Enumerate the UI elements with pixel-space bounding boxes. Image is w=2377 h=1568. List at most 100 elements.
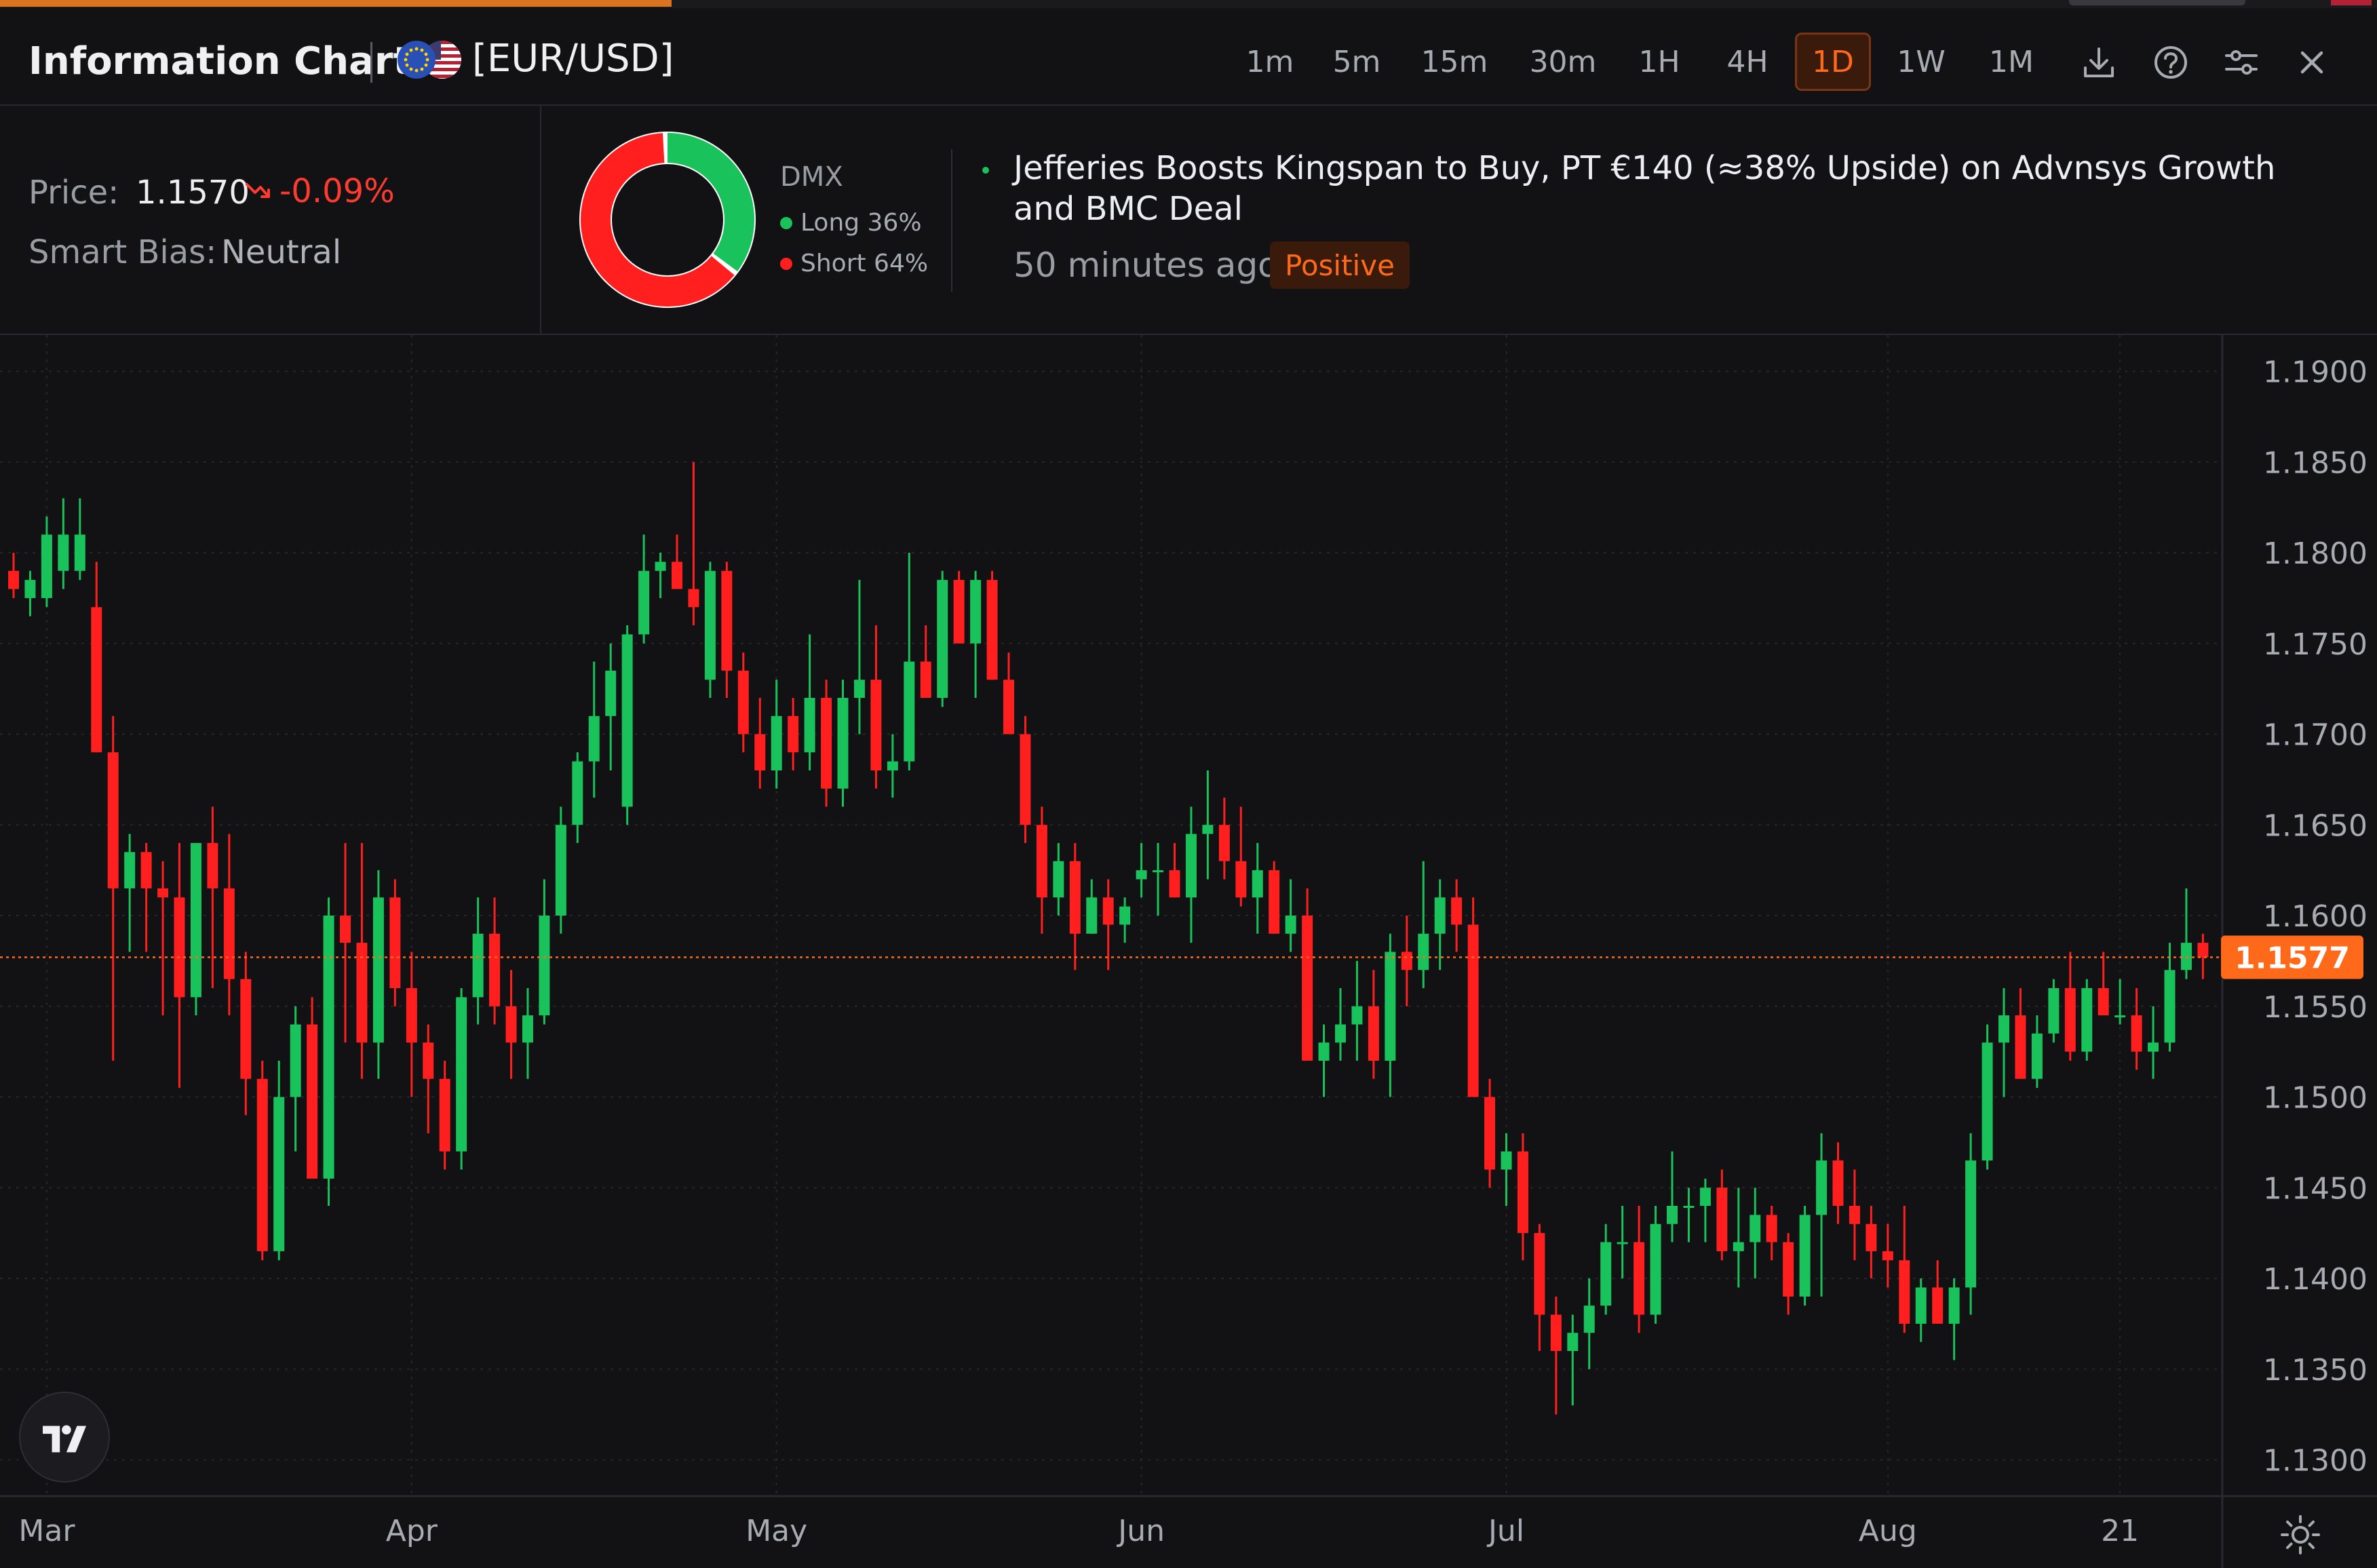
candle-body <box>2015 1015 2026 1079</box>
candle <box>1119 897 1131 943</box>
candle-body <box>1699 1188 1711 1206</box>
candle-body <box>1202 825 1214 834</box>
candle-body <box>290 1024 301 1097</box>
candle <box>1882 1223 1893 1288</box>
candle-body <box>1667 1206 1678 1224</box>
candle <box>1965 1133 1977 1315</box>
candle <box>1136 843 1147 898</box>
smart-bias-label: Smart Bias: <box>28 233 217 271</box>
candle <box>737 652 749 753</box>
tradingview-logo-icon[interactable] <box>19 1392 110 1483</box>
candle-body <box>1550 1314 1562 1351</box>
candle-body <box>307 1024 318 1179</box>
timeframe-1d[interactable]: 1D <box>1795 33 1871 91</box>
candle-body <box>771 716 782 770</box>
price-label: Price: <box>28 174 119 212</box>
donut-hole <box>612 164 723 275</box>
timeframe-4h[interactable]: 4H <box>1719 33 1776 91</box>
candle-body <box>505 1006 517 1043</box>
timeframe-1m[interactable]: 1m <box>1244 33 1296 91</box>
short-dot-icon <box>780 257 792 270</box>
candles <box>8 462 2209 1415</box>
candle-body <box>1634 1242 1645 1315</box>
candle-body <box>1716 1188 1728 1251</box>
y-tick-label: 1.1600 <box>2263 899 2368 934</box>
candle <box>1683 1188 1695 1242</box>
candle <box>1036 806 1047 934</box>
download-icon[interactable] <box>2079 42 2119 83</box>
candle-body <box>1418 933 1429 971</box>
candle-body <box>1650 1223 1661 1315</box>
candle-body <box>638 570 650 635</box>
candle-body <box>1617 1242 1628 1244</box>
timeframe-30m[interactable]: 30m <box>1521 33 1605 91</box>
candle-body <box>58 534 69 571</box>
timeframe-15m[interactable]: 15m <box>1415 33 1494 91</box>
candle-body <box>1567 1333 1579 1351</box>
timeframe-5m[interactable]: 5m <box>1331 33 1383 91</box>
price-change: -0.09% <box>244 172 395 210</box>
candle-body <box>273 1097 285 1251</box>
candle <box>605 643 617 770</box>
window-tab <box>2069 0 2245 5</box>
candle <box>356 843 368 1079</box>
x-tick-label: Mar <box>18 1514 75 1548</box>
candle-body <box>986 580 998 680</box>
candlestick-chart[interactable]: 1.1900 1.1850 1.1800 1.1750 1.1700 1.1650 1.16… <box>0 335 2377 1568</box>
candle <box>1235 806 1247 907</box>
candle <box>970 570 982 698</box>
close-icon[interactable] <box>2292 42 2332 83</box>
candle-body <box>2180 943 2192 971</box>
smart-bias-value: Neutral <box>221 233 342 271</box>
candle <box>256 1061 268 1261</box>
candle-body <box>1318 1042 1330 1061</box>
x-tick-label: May <box>746 1514 807 1548</box>
sentiment-badge: Positive <box>1270 241 1410 289</box>
candle <box>804 634 815 770</box>
settings-sliders-icon[interactable] <box>2221 42 2262 83</box>
candle-body <box>74 534 85 571</box>
candle-body <box>555 825 566 916</box>
candle <box>655 553 666 598</box>
candle-body <box>240 979 252 1079</box>
candle-body <box>91 607 102 753</box>
candle <box>1202 770 1214 880</box>
x-tick-label: Jul <box>1486 1514 1524 1548</box>
candle-body <box>323 916 334 1179</box>
candle-body <box>1915 1287 1927 1324</box>
news-headline[interactable]: Jefferies Boosts Kingspan to Buy, PT €14… <box>1013 148 2343 229</box>
timeframe-1h[interactable]: 1H <box>1631 33 1688 91</box>
candle-body <box>1799 1215 1811 1297</box>
candle <box>2114 979 2126 1025</box>
candle <box>1783 1233 1794 1315</box>
candle <box>1218 798 1230 880</box>
candle-body <box>423 1042 434 1079</box>
candle <box>920 625 931 698</box>
legend-short: Short 64% <box>780 250 928 277</box>
candle <box>1517 1133 1528 1261</box>
long-dot-icon <box>780 216 792 229</box>
flag-fragment <box>2331 0 2372 5</box>
y-tick-label: 1.1800 <box>2263 536 2368 571</box>
help-icon[interactable] <box>2150 42 2191 83</box>
chart-settings-gear-icon[interactable] <box>2278 1512 2323 1557</box>
timeframe-1m[interactable]: 1M <box>1979 33 2043 91</box>
candle <box>372 870 384 1079</box>
candle-body <box>489 933 501 1006</box>
dmx-donut-chart <box>579 132 756 308</box>
candle-body <box>1169 870 1180 898</box>
candle <box>1849 1169 1860 1261</box>
candle <box>406 952 417 1097</box>
timeframe-1w[interactable]: 1W <box>1893 33 1950 91</box>
title-separator <box>370 42 372 83</box>
candle <box>1269 861 1280 934</box>
candle <box>2098 952 2109 1016</box>
candle-body <box>256 1078 268 1251</box>
candle <box>489 897 501 1025</box>
y-tick-label: 1.1500 <box>2263 1081 2368 1116</box>
candle-body <box>439 1078 450 1152</box>
candle <box>821 680 832 807</box>
candle-body <box>1534 1233 1545 1315</box>
candle-body <box>1069 861 1081 934</box>
candle-body <box>704 570 716 680</box>
